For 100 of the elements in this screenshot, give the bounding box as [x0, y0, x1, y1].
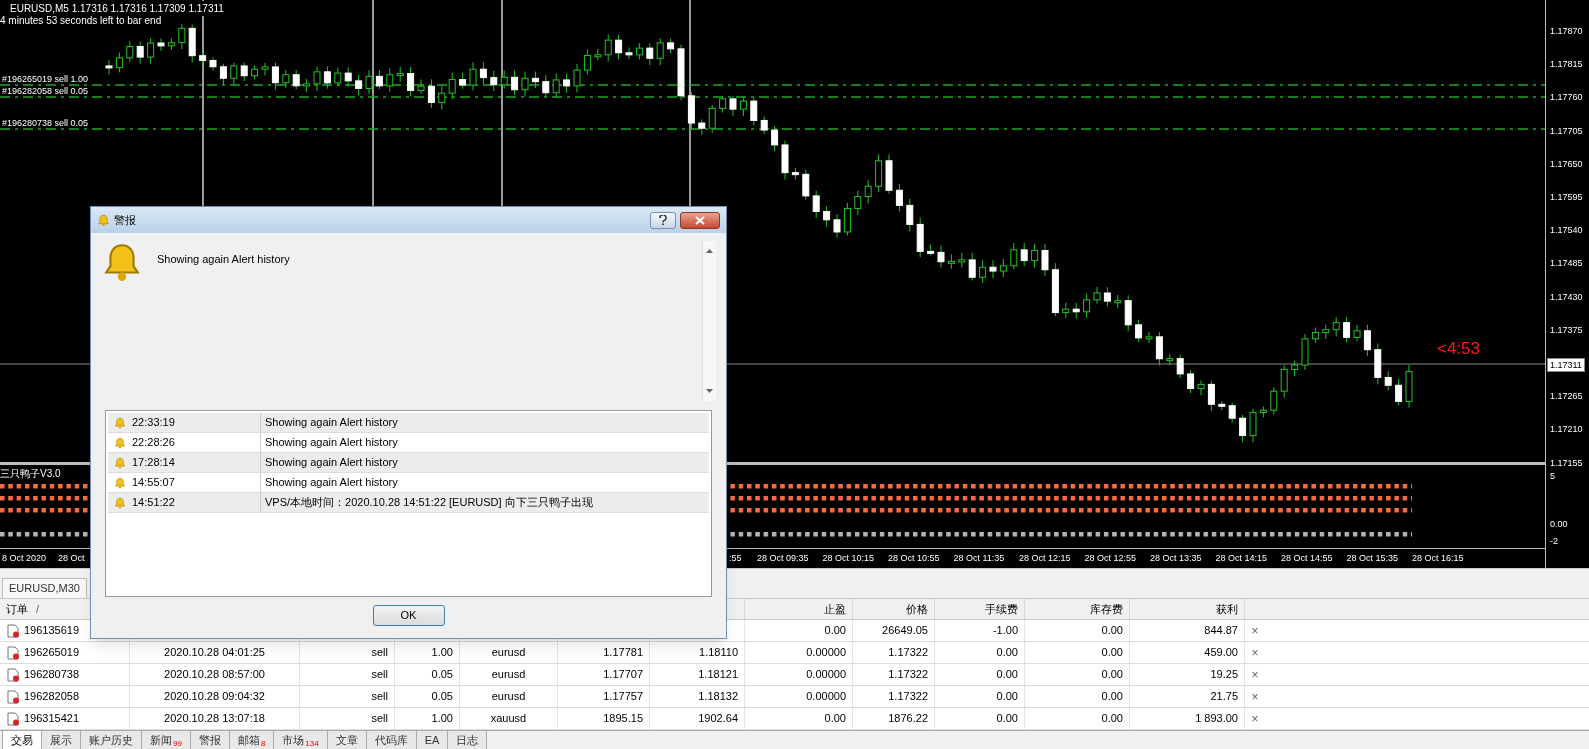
- table-cell-text: 19.25: [1210, 667, 1238, 683]
- candlestick: [1124, 294, 1132, 332]
- close-order-button[interactable]: ×: [1251, 621, 1259, 640]
- candlestick: [490, 70, 498, 92]
- candlestick: [781, 140, 789, 181]
- ok-button[interactable]: OK: [372, 605, 445, 626]
- table-cell-text: 0.00000: [806, 689, 846, 705]
- candlestick: [594, 48, 602, 61]
- candlestick: [542, 74, 550, 98]
- candlestick: [1010, 242, 1018, 270]
- column-header[interactable]: 手续费: [985, 600, 1018, 618]
- terminal-tab[interactable]: 展示: [42, 731, 81, 749]
- help-button[interactable]: [650, 211, 676, 229]
- time-axis-label: 28 Oct 13:35: [1150, 552, 1202, 565]
- candlestick: [656, 37, 664, 66]
- price-axis-label: 1.17155: [1550, 456, 1583, 470]
- table-cell-text: 196282058: [24, 689, 80, 705]
- time-axis-label: 28 Oct: [58, 552, 85, 565]
- table-cell-text: 0.00: [1101, 711, 1123, 727]
- terminal-tab[interactable]: 代码库: [366, 731, 417, 749]
- candlestick: [251, 65, 259, 80]
- time-axis-label: 28 Oct 16:15: [1412, 552, 1464, 565]
- terminal-tab[interactable]: 文章: [327, 731, 367, 749]
- terminal-tab[interactable]: EA: [416, 731, 449, 749]
- indicator-axis-label: -2: [1550, 535, 1558, 548]
- candlestick: [989, 259, 997, 279]
- terminal-tab[interactable]: 交易: [2, 731, 42, 749]
- candlestick: [1280, 364, 1288, 399]
- alert-time[interactable]: 22:28:26: [132, 434, 175, 451]
- table-cell-text: 0.05: [431, 667, 453, 683]
- table-cell-text: sell: [371, 667, 388, 683]
- close-order-button[interactable]: ×: [1251, 643, 1259, 662]
- candlestick: [1135, 319, 1143, 343]
- chart-tab[interactable]: EURUSD,M30: [2, 578, 87, 598]
- table-cell-text: xauusd: [490, 711, 527, 727]
- order-icon: [6, 645, 20, 660]
- candlestick: [833, 213, 841, 238]
- column-header[interactable]: 价格: [906, 600, 928, 618]
- candlestick: [427, 78, 435, 109]
- table-cell-text: 2020.10.28 13:07:18: [164, 711, 265, 727]
- close-order-button[interactable]: ×: [1251, 687, 1259, 706]
- candlestick: [708, 104, 716, 134]
- candlestick: [1103, 286, 1111, 307]
- close-order-button[interactable]: ×: [1251, 709, 1259, 728]
- alert-time[interactable]: 14:51:22: [132, 494, 175, 511]
- candlestick: [875, 154, 883, 193]
- candlestick: [105, 59, 113, 75]
- candlestick: [604, 33, 612, 63]
- scrollbar[interactable]: [702, 241, 716, 401]
- close-order-button[interactable]: ×: [1251, 665, 1259, 684]
- terminal-tab[interactable]: 日志: [448, 731, 488, 749]
- column-header[interactable]: 库存费: [1090, 600, 1123, 618]
- candlestick: [573, 63, 581, 93]
- table-cell-text: 0.00: [1101, 667, 1123, 683]
- column-header[interactable]: 止盈: [824, 600, 846, 618]
- alert-time[interactable]: 22:33:19: [132, 414, 175, 431]
- alert-text[interactable]: Showing again Alert history: [265, 414, 398, 431]
- time-axis-label: 28 Oct 12:55: [1084, 552, 1137, 565]
- alert-text[interactable]: Showing again Alert history: [265, 454, 398, 471]
- candlestick: [1301, 333, 1309, 371]
- table-cell-text: 0.00: [1101, 623, 1123, 639]
- candlestick: [937, 245, 945, 269]
- candlestick: [895, 183, 903, 212]
- candlestick: [1353, 324, 1361, 342]
- candlestick: [479, 61, 487, 86]
- close-icon: [695, 215, 705, 225]
- table-cell-text: eurusd: [491, 645, 526, 661]
- help-icon: [659, 214, 667, 226]
- candlestick: [199, 51, 207, 67]
- candlestick: [698, 118, 706, 136]
- table-cell-text: 1895.15: [603, 711, 643, 727]
- terminal-tab[interactable]: 警报: [190, 731, 230, 749]
- table-cell-text: 0.05: [431, 689, 453, 705]
- candlestick: [750, 96, 758, 126]
- alert-time[interactable]: 14:55:07: [132, 474, 175, 491]
- candlestick: [1259, 405, 1267, 418]
- candlestick: [802, 168, 810, 201]
- candlestick: [1228, 402, 1236, 424]
- candlestick: [386, 67, 394, 93]
- candlestick: [968, 252, 976, 281]
- table-cell-text: 1.00: [431, 711, 453, 727]
- time-axis-label: 28 Oct 10:55: [888, 552, 940, 565]
- table-cell-text: 196280738: [24, 667, 80, 683]
- candlestick: [1363, 324, 1371, 357]
- candlestick: [1041, 243, 1049, 277]
- alert-text[interactable]: Showing again Alert history: [265, 474, 398, 491]
- order-icon: [6, 667, 20, 682]
- candlestick: [178, 23, 186, 50]
- table-cell-text: -1.00: [992, 623, 1018, 639]
- candlestick: [771, 125, 779, 152]
- alert-text[interactable]: Showing again Alert history: [265, 434, 398, 451]
- alert-time[interactable]: 17:28:14: [132, 454, 175, 471]
- column-header[interactable]: 订单: [6, 600, 28, 618]
- candlestick: [1291, 360, 1299, 377]
- column-header[interactable]: 获利: [1216, 600, 1238, 618]
- candlestick: [1384, 370, 1392, 392]
- candlestick: [999, 258, 1007, 278]
- alert-text[interactable]: VPS/本地时间：2020.10.28 14:51:22 [EURUSD] 向下三只鸭子出现: [265, 494, 593, 511]
- close-button[interactable]: [680, 211, 720, 229]
- terminal-tab[interactable]: 账户历史: [81, 731, 142, 749]
